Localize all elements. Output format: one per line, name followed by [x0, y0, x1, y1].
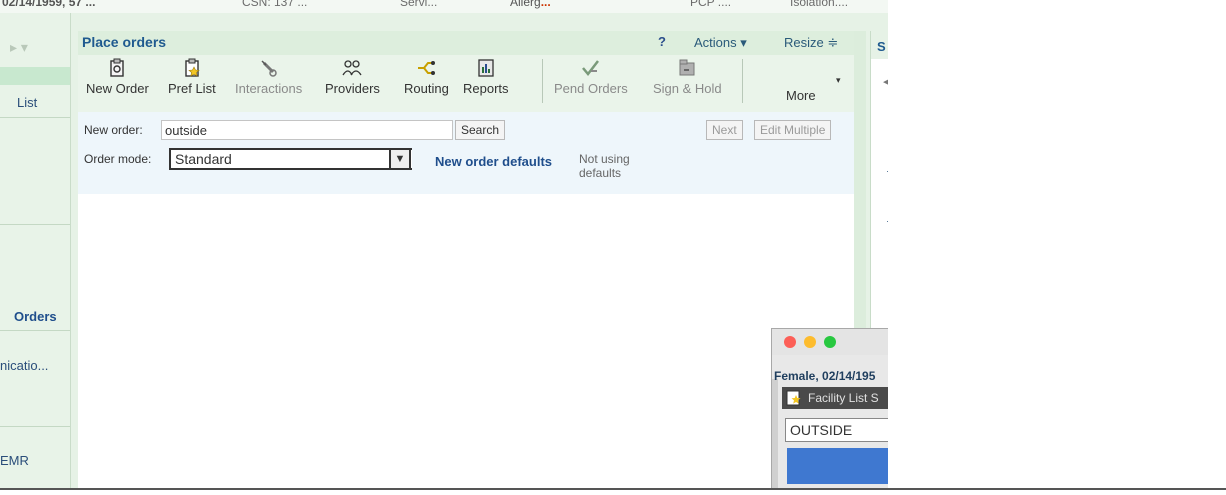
popup-patient-text: Female, 02/14/195 [774, 369, 876, 383]
right-panel-link[interactable] [887, 171, 888, 172]
pend-check-icon [581, 60, 599, 76]
pend-orders-button[interactable]: Pend Orders [554, 57, 628, 96]
place-orders-panel: Place orders ? Actions ▾ Resize ≑ New Or… [78, 31, 854, 488]
report-icon [478, 59, 494, 77]
help-icon[interactable]: ? [658, 34, 666, 49]
toolbar-separator [542, 59, 543, 103]
new-order-label: New Order [86, 81, 149, 96]
reports-label: Reports [463, 81, 509, 96]
facility-list-titlebar: Facility List S [782, 387, 888, 409]
not-using-defaults-text: Not using defaults [579, 152, 630, 180]
bottom-border [0, 488, 1226, 490]
patient-header: 02/14/1959, 57 ... CSN: 137 ... Servi...… [0, 0, 888, 13]
window-titlebar [772, 329, 888, 355]
facility-search-input[interactable]: OUTSIDE [785, 418, 888, 442]
not-using-line-2: defaults [579, 166, 622, 180]
header-allergies-text: Allerg [510, 0, 541, 9]
new-order-field-label: New order: [84, 123, 143, 137]
sidebar-item-communications[interactable]: nicatio... [0, 358, 70, 373]
header-allergies-dots: ... [540, 0, 551, 9]
chevron-down-icon[interactable]: ▼ [389, 148, 411, 170]
header-dob: 02/14/1959, 57 ... [2, 0, 96, 9]
interactions-label: Interactions [235, 81, 303, 96]
panel-title: Place orders [82, 34, 167, 50]
sidebar-item-list[interactable]: List [17, 95, 87, 110]
sidebar-divider [0, 330, 70, 331]
sidebar-selected-highlight [0, 67, 70, 85]
clipboard-icon [110, 58, 125, 77]
zoom-window-icon[interactable] [824, 336, 836, 348]
window-edge [772, 379, 778, 488]
sidebar-item-orders[interactable]: Orders [14, 309, 84, 324]
interactions-button[interactable]: Interactions [235, 57, 302, 96]
next-button[interactable]: Next [706, 120, 743, 140]
orders-toolbar: New Order Pref List Interactions Provide… [78, 55, 854, 112]
sign-hold-icon [679, 59, 695, 76]
syringe-icon [261, 60, 277, 77]
routing-icon [418, 61, 436, 75]
sidebar-item-emr[interactable]: EMR [0, 453, 70, 468]
sign-hold-button[interactable]: Sign & Hold [653, 57, 722, 96]
providers-label: Providers [325, 81, 380, 96]
app-window: 02/14/1959, 57 ... CSN: 137 ... Servi...… [0, 0, 888, 488]
order-mode-label: Order mode: [84, 152, 152, 166]
facility-list-title: Facility List S [808, 391, 879, 405]
right-panel-letter: S [877, 39, 886, 54]
star-clipboard-icon [185, 58, 200, 77]
not-using-line-1: Not using [579, 152, 630, 166]
sidebar-nav-arrows[interactable]: ▸ ▾ [10, 39, 28, 56]
people-icon [342, 60, 363, 76]
search-button[interactable]: Search [455, 120, 506, 140]
header-csn: CSN: 137 ... [242, 0, 308, 9]
new-order-form: New order: outside Search Next Edit Mult… [78, 112, 854, 194]
providers-button[interactable]: Providers [325, 57, 380, 96]
header-isolation[interactable]: Isolation.... [790, 0, 848, 9]
routing-label: Routing [404, 81, 449, 96]
sidebar-divider [0, 426, 70, 427]
facility-list-window: Female, 02/14/195 Facility List S OUTSID… [771, 328, 888, 488]
facility-results-selected-row[interactable] [787, 448, 888, 484]
sign-hold-label: Sign & Hold [653, 81, 722, 96]
more-caret-icon: ▾ [836, 75, 841, 85]
header-pcp[interactable]: PCP .... [690, 0, 731, 9]
pend-orders-label: Pend Orders [554, 81, 628, 96]
new-order-button[interactable]: New Order [86, 57, 149, 96]
routing-button[interactable]: Routing [404, 57, 449, 96]
minimize-window-icon[interactable] [804, 336, 816, 348]
pref-list-button[interactable]: Pref List [168, 57, 216, 96]
resize-menu[interactable]: Resize ≑ [784, 35, 838, 51]
header-allergies[interactable]: Allerg... [510, 0, 551, 9]
reports-button[interactable]: Reports [463, 57, 509, 96]
star-clipboard-icon [786, 390, 801, 406]
left-sidebar: ▸ ▾ List Orders nicatio... EMR [0, 13, 71, 488]
new-order-defaults-link[interactable]: New order defaults [435, 154, 552, 169]
right-panel-tab[interactable]: S [871, 31, 888, 59]
header-service[interactable]: Servi... [400, 0, 437, 9]
new-order-input[interactable]: outside [161, 120, 453, 140]
more-button[interactable]: More [786, 88, 816, 103]
panel-title-bar: Place orders ? Actions ▾ Resize ≑ [78, 31, 854, 55]
sidebar-divider [0, 117, 70, 118]
order-mode-select[interactable]: Standard [169, 148, 412, 170]
close-window-icon[interactable] [784, 336, 796, 348]
actions-menu[interactable]: Actions ▾ [694, 35, 747, 51]
sidebar-divider [0, 224, 70, 225]
pref-list-label: Pref List [168, 81, 216, 96]
edit-multiple-button[interactable]: Edit Multiple [754, 120, 832, 140]
toolbar-separator [742, 59, 743, 103]
arrow-left-icon[interactable]: ◀ [883, 75, 888, 88]
right-panel-link[interactable] [887, 221, 888, 222]
